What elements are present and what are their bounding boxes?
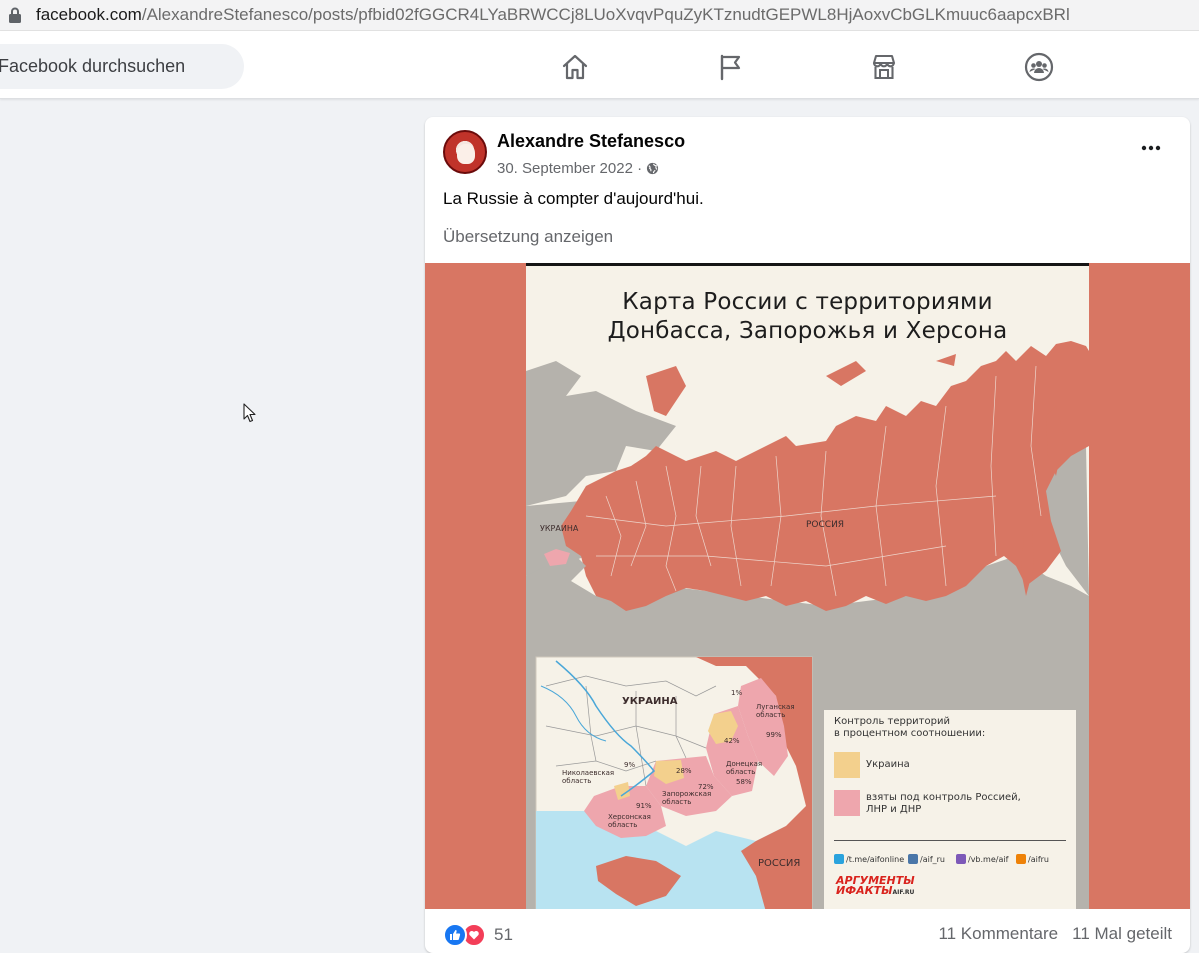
social-telegram-text: /t.me/aifonline [846, 854, 905, 864]
url-host: facebook.com [36, 5, 142, 24]
pages-flag-icon[interactable] [714, 51, 746, 83]
top-navigation [0, 31, 1199, 99]
reaction-count: 51 [494, 925, 513, 944]
post-meta: 30. September 2022 · [497, 160, 659, 177]
social-telegram: /t.me/aifonline [834, 854, 904, 864]
legend-title: Контроль территорий в процентном соотнош… [834, 716, 986, 739]
legend-russia: взяты под контроль Россией, ЛНР и ДНР [866, 792, 1021, 815]
inset-label-ukraine: УКРАИНА [622, 696, 678, 707]
telegram-icon [834, 854, 844, 864]
aif-logo: АРГУМЕНТЫ ИФАКТЫAIF.RU [836, 875, 915, 898]
social-ok: /aifru [1016, 854, 1049, 864]
pct-42: 42% [724, 737, 740, 745]
label-lugansk: Луганская область [756, 703, 795, 719]
legend-divider [834, 840, 1066, 841]
url-path: /AlexandreStefanesco/posts/pfbid02fGGCR4… [141, 5, 1070, 24]
legend-swatch-russia [834, 790, 860, 816]
map-image: Карта России с территориями Донбасса, За… [526, 263, 1089, 909]
label-zaporozhye: Запорожская область [662, 790, 712, 806]
ellipsis-icon [1141, 145, 1161, 151]
legend-swatch-ukraine [834, 752, 860, 778]
post-photo[interactable]: Карта России с территориями Донбасса, За… [425, 263, 1190, 909]
pct-1: 1% [731, 689, 743, 697]
pct-99: 99% [766, 731, 782, 739]
social-ok-text: /aifru [1028, 854, 1049, 864]
marketplace-icon[interactable] [868, 51, 900, 83]
mouse-cursor-icon [243, 403, 256, 423]
comments-count-link[interactable]: 11 Kommentare [938, 924, 1058, 944]
inset-label-russia: РОССИЯ [758, 858, 801, 869]
label-nikolaev: Николаевская область [562, 769, 615, 785]
aif-logo-domain: AIF.RU [892, 889, 915, 896]
pct-72: 72% [698, 783, 714, 791]
vk-icon [908, 854, 918, 864]
reactions-summary[interactable]: 51 [443, 923, 513, 947]
avatar[interactable] [443, 130, 487, 174]
map-label-ukraine: УКРАИНА [540, 524, 579, 533]
search-input[interactable] [0, 44, 244, 89]
post-card: Alexandre Stefanesco 30. September 2022 … [425, 117, 1190, 953]
social-vk: /aif_ru [908, 854, 945, 864]
see-translation-link[interactable]: Übersetzung anzeigen [443, 227, 613, 247]
map-legend: Контроль территорий в процентном соотнош… [824, 710, 1076, 909]
post-text: La Russie à compter d'aujourd'hui. [443, 189, 704, 208]
home-icon[interactable] [559, 51, 591, 83]
legend-ukraine: Украина [866, 759, 910, 770]
browser-address-bar[interactable]: facebook.com/AlexandreStefanesco/posts/p… [0, 0, 1199, 31]
social-viber: /vb.me/aif [956, 854, 1008, 864]
like-reaction-icon [443, 923, 467, 947]
social-viber-text: /vb.me/aif [968, 854, 1009, 864]
map-label-russia: РОССИЯ [806, 520, 845, 530]
globe-icon [647, 162, 659, 175]
post-stats: 11 Kommentare 11 Mal geteilt [938, 924, 1172, 944]
social-vk-text: /aif_ru [920, 854, 945, 864]
viber-icon [956, 854, 966, 864]
label-kherson: Херсонская область [608, 813, 651, 829]
pct-28: 28% [676, 767, 692, 775]
pct-9: 9% [624, 761, 636, 769]
shares-count-link[interactable]: 11 Mal geteilt [1072, 924, 1172, 944]
more-options-button[interactable] [1140, 137, 1162, 159]
post-date[interactable]: 30. September 2022 · [497, 160, 642, 177]
lock-icon [9, 7, 21, 23]
url-text[interactable]: facebook.com/AlexandreStefanesco/posts/p… [36, 4, 1070, 26]
groups-icon[interactable] [1023, 51, 1055, 83]
pct-58: 58% [736, 778, 752, 786]
ok-icon [1016, 854, 1026, 864]
label-donetsk: Донецкая область [726, 760, 763, 776]
post-author[interactable]: Alexandre Stefanesco [497, 131, 685, 152]
pct-91: 91% [636, 802, 652, 810]
